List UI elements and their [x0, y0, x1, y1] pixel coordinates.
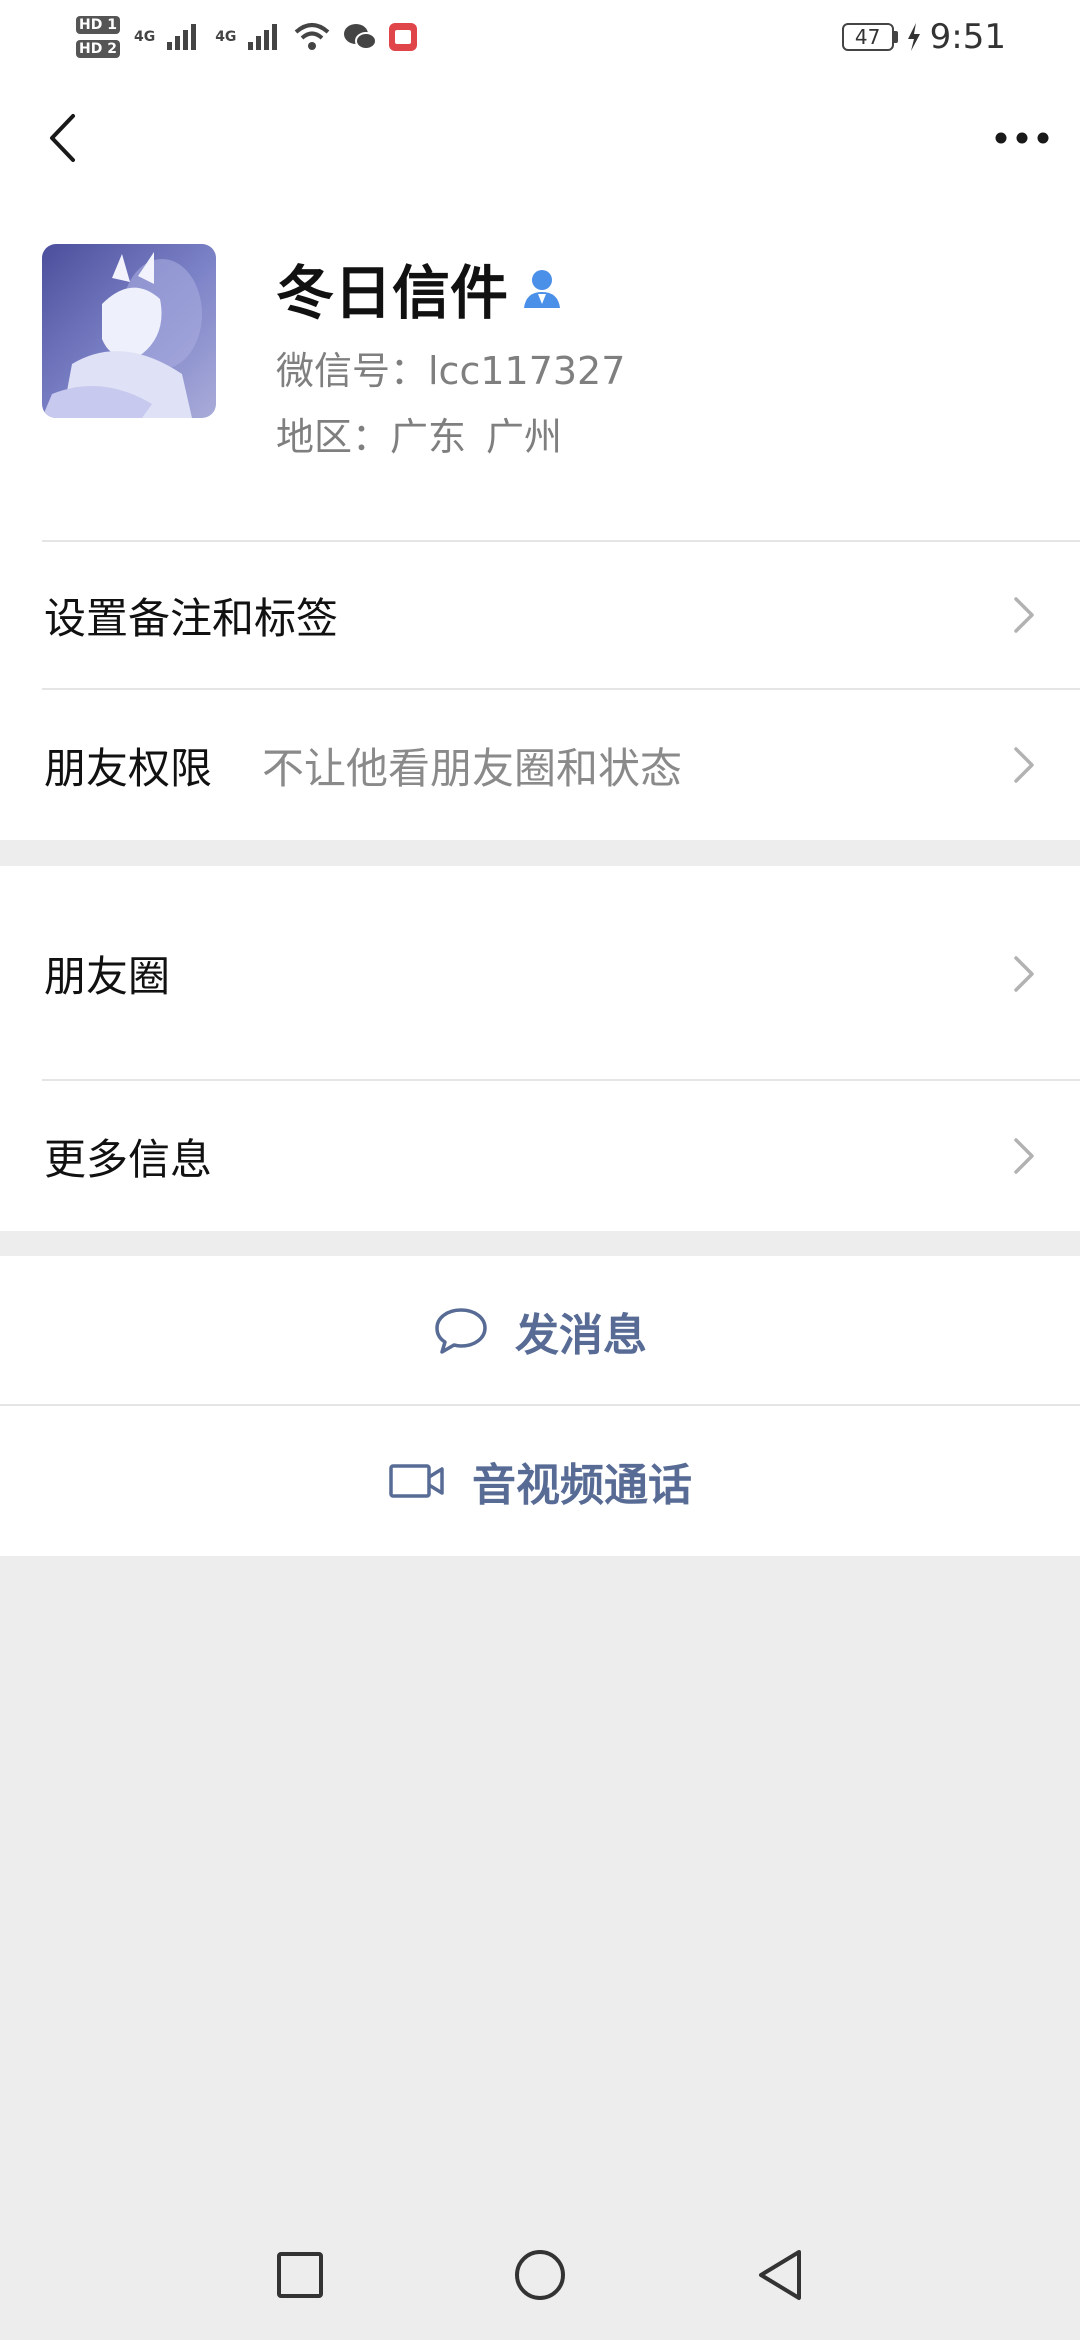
video-call-button[interactable]: 音视频通话	[0, 1406, 1080, 1556]
recents-button[interactable]	[260, 2235, 340, 2315]
avatar-image	[42, 244, 216, 418]
signal-icon	[167, 24, 197, 50]
home-button[interactable]	[500, 2235, 580, 2315]
region-province: 广东	[390, 415, 467, 459]
send-message-button[interactable]: 发消息	[0, 1256, 1080, 1406]
status-left: HD 1 HD 2 4G 4G	[76, 16, 418, 58]
video-camera-icon	[389, 1464, 444, 1498]
battery-level: 47	[841, 23, 894, 51]
status-right: 47 9:51	[841, 17, 1006, 57]
chat-bubble-icon	[435, 1308, 487, 1354]
friend-permission-label: 朋友权限	[44, 743, 213, 793]
actions-section: 发消息 音视频通话	[0, 1256, 1080, 1556]
network-type-2: 4G	[215, 29, 237, 45]
chevron-right-icon	[1014, 955, 1034, 992]
contact-profile-screen: HD 1 HD 2 4G 4G 47 9:51 冬日信件 微信号：lcc1173…	[0, 0, 1080, 2340]
top-bar	[0, 74, 1080, 202]
send-message-label: 发消息	[515, 1310, 647, 1361]
system-nav-bar	[0, 2210, 1080, 2340]
sim1-label: HD 1	[76, 16, 120, 34]
charging-icon	[907, 23, 920, 51]
remark-tags-row[interactable]: 设置备注和标签	[0, 540, 1080, 690]
more-dots-icon	[995, 132, 1049, 144]
sim-indicators: HD 1 HD 2	[76, 16, 120, 58]
back-chevron-icon	[50, 114, 75, 162]
nickname: 冬日信件	[276, 259, 509, 327]
settings-section: 设置备注和标签 朋友权限 不让他看朋友圈和状态	[0, 540, 1080, 840]
square-icon	[277, 2252, 323, 2298]
nickname-row: 冬日信件	[276, 246, 564, 330]
back-nav-button[interactable]	[740, 2235, 820, 2315]
person-icon	[524, 270, 561, 308]
region: 地区：广东 广州	[276, 406, 562, 461]
video-call-label: 音视频通话	[472, 1460, 692, 1511]
avatar[interactable]	[42, 244, 216, 418]
wechat-id: 微信号：lcc117327	[276, 349, 626, 393]
book-app-icon	[389, 23, 418, 51]
more-button[interactable]	[986, 102, 1058, 174]
moments-section: 朋友圈 更多信息	[0, 866, 1080, 1231]
region-city: 广州	[486, 415, 563, 459]
wifi-icon	[295, 23, 330, 50]
chevron-right-icon	[1014, 1138, 1034, 1174]
back-button[interactable]	[30, 102, 94, 174]
remark-tags-label: 设置备注和标签	[44, 593, 339, 643]
friend-permission-value: 不让他看朋友圈和状态	[262, 743, 683, 793]
status-bar: HD 1 HD 2 4G 4G 47 9:51	[0, 0, 1080, 74]
more-info-row[interactable]: 更多信息	[0, 1081, 1080, 1231]
profile-header: 冬日信件 微信号：lcc117327 地区：广东 广州	[0, 202, 1080, 540]
signal-icon	[248, 24, 278, 50]
moments-row[interactable]: 朋友圈	[0, 866, 1080, 1081]
battery-indicator: 47	[841, 23, 898, 51]
more-info-label: 更多信息	[44, 1134, 213, 1184]
moments-label: 朋友圈	[44, 952, 171, 1001]
sim2-label: HD 2	[76, 40, 120, 58]
network-type-1: 4G	[133, 29, 156, 45]
chevron-right-icon	[1014, 597, 1034, 633]
friend-permission-row[interactable]: 朋友权限 不让他看朋友圈和状态	[0, 690, 1080, 840]
chevron-right-icon	[1014, 747, 1034, 783]
triangle-back-icon	[759, 2250, 801, 2300]
status-time: 9:51	[929, 17, 1006, 57]
region-label: 地区：	[276, 415, 391, 459]
wechat-icon	[344, 24, 378, 50]
circle-icon	[515, 2250, 565, 2300]
